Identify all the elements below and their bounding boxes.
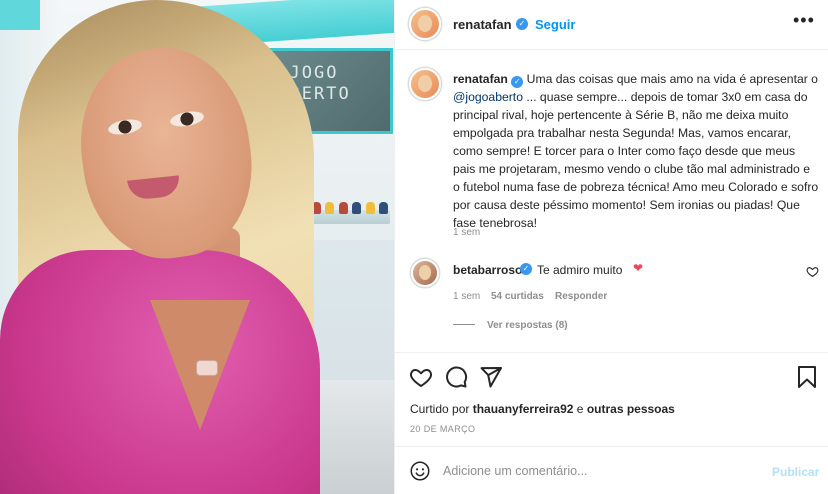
verified-badge-icon: ✓ (516, 18, 528, 30)
caption-text: renatafan ✓ Uma das coisas que mais amo … (453, 70, 819, 232)
view-replies-label: Ver respostas (8) (487, 320, 568, 331)
liked-by-others[interactable]: outras pessoas (587, 402, 675, 416)
liked-by-prefix: Curtido por (410, 402, 470, 416)
follow-button[interactable]: Seguir (535, 17, 575, 32)
author-avatar[interactable] (409, 8, 441, 40)
author-username[interactable]: renatafan (453, 17, 512, 32)
view-replies-button[interactable]: Ver respostas (8) (453, 320, 568, 331)
comment-timestamp[interactable]: 1 sem (453, 291, 480, 302)
comment-like-icon[interactable] (806, 265, 819, 278)
commenter-username[interactable]: betabarroso (453, 263, 522, 277)
person-pendant (196, 360, 218, 376)
comment-meta: 1 sem 54 curtidas Responder (453, 291, 607, 302)
share-icon[interactable] (479, 365, 503, 389)
more-options-icon[interactable]: ••• (793, 10, 815, 31)
caption-timestamp[interactable]: 1 sem (453, 227, 480, 238)
commenter-avatar[interactable] (411, 259, 439, 287)
caption-username[interactable]: renatafan (453, 72, 508, 86)
caption-body-rest: ... quase sempre... depois de tomar 3x0 … (453, 90, 819, 230)
comment-input[interactable] (443, 458, 743, 484)
post-header: renatafan ✓ • Seguir ••• (395, 0, 828, 50)
post-image[interactable]: JOGO ABERTO (0, 0, 394, 494)
verified-badge-icon: ✓ (511, 76, 524, 88)
liked-by-conjunction: e (576, 402, 584, 416)
comment-text: Te admiro muito (537, 263, 623, 277)
liked-by-line: Curtido por thauanyferreira92 e outras p… (410, 402, 675, 416)
caption-author-avatar[interactable] (409, 68, 441, 100)
publish-button[interactable]: Publicar (772, 465, 819, 479)
post-actions-bar (395, 352, 828, 402)
comment-item: betabarroso ✓ Te admiro muito ❤ 1 sem 54… (395, 256, 828, 326)
comment-likes-count[interactable]: 54 curtidas (491, 291, 544, 302)
studio-teal-accent (0, 0, 40, 30)
comment-icon[interactable] (444, 365, 468, 389)
add-comment-bar: Publicar (395, 446, 828, 494)
emoji-icon[interactable] (410, 461, 430, 481)
caption-mention-link[interactable]: @jogoaberto (453, 90, 523, 104)
heart-icon[interactable] (409, 365, 433, 389)
post-side-panel: renatafan ✓ • Seguir ••• renatafan ✓ Uma… (394, 0, 828, 494)
caption-body-start: Uma das coisas que mais amo na vida é ap… (526, 72, 818, 86)
reply-button[interactable]: Responder (555, 291, 607, 302)
verified-badge-icon: ✓ (520, 263, 532, 275)
bookmark-icon[interactable] (797, 365, 817, 389)
red-heart-emoji: ❤ (633, 261, 644, 275)
liked-by-user[interactable]: thauanyferreira92 (473, 402, 574, 416)
post-date[interactable]: 20 DE MARÇO (410, 424, 475, 434)
replies-divider-line (453, 324, 475, 325)
